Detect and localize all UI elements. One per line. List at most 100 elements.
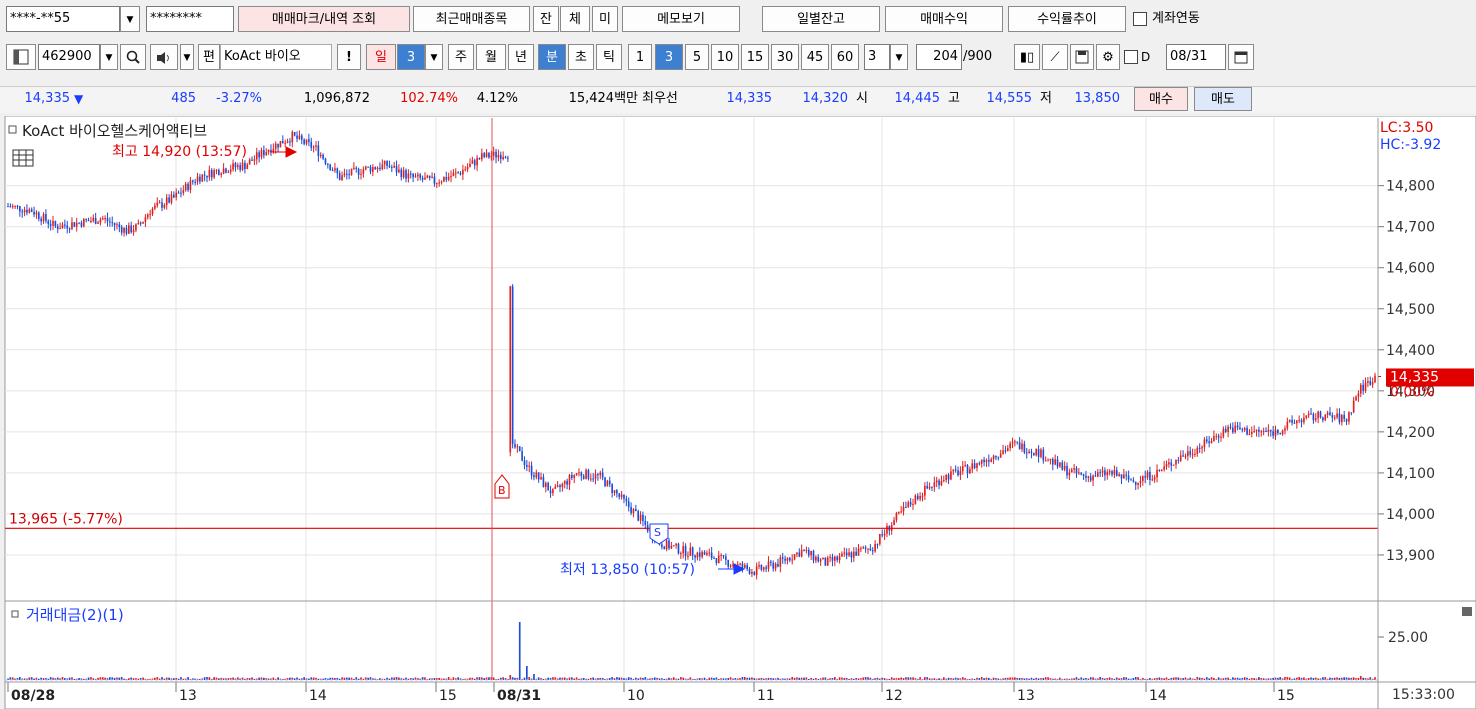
settings-button[interactable]: ⚙ (1096, 44, 1120, 70)
candle-body (857, 548, 860, 556)
candle-body (367, 166, 369, 168)
candle-body (902, 507, 905, 512)
buy-button[interactable]: 매수 (1134, 87, 1188, 111)
candle-body (1189, 451, 1192, 455)
candle-body (530, 465, 533, 476)
tab-che[interactable]: 체 (560, 6, 590, 32)
save-button[interactable] (1070, 44, 1094, 70)
interval-10-button[interactable]: 10 (711, 44, 739, 70)
candle-body (421, 177, 424, 180)
candle-body (1322, 417, 1324, 421)
period-second-button[interactable]: 초 (568, 44, 594, 70)
account-link-checkbox[interactable] (1133, 12, 1147, 26)
stock-code-field[interactable]: 462900 (38, 44, 100, 70)
volume-bar (1037, 678, 1040, 680)
volume-panel-close-icon[interactable] (1462, 607, 1472, 616)
candle-body (206, 175, 208, 178)
candle-body (599, 472, 602, 476)
interval-45-button[interactable]: 45 (801, 44, 829, 70)
candle-body (824, 557, 827, 566)
candle-body (1025, 452, 1028, 454)
recent-trades-button[interactable]: 최근매매종목 (413, 6, 530, 32)
period-tick-button[interactable]: 틱 (596, 44, 622, 70)
volume-bar (753, 678, 756, 680)
candle-body (511, 286, 514, 445)
candle-body (398, 169, 400, 173)
trade-mark-button[interactable]: 매매마크/내역 조회 (238, 6, 410, 32)
grid-table-icon[interactable] (12, 149, 34, 167)
x-tick-label: 13 (179, 688, 197, 704)
daily-balance-button[interactable]: 일별잔고 (762, 6, 880, 32)
candle-body (931, 486, 933, 488)
candle-type-button[interactable]: ▮▯ (1014, 44, 1040, 70)
memo-button[interactable]: 메모보기 (622, 6, 740, 32)
period-day-button[interactable]: 일 (366, 44, 396, 70)
date-field[interactable]: 08/31 (1166, 44, 1226, 70)
period-minute-button[interactable]: 분 (538, 44, 566, 70)
candle-body (393, 165, 395, 168)
interval-1-button[interactable]: 1 (628, 44, 652, 70)
candle-body (1369, 381, 1372, 385)
chevron-down-icon: ▼ (895, 53, 903, 63)
period-value-field[interactable]: 3 (397, 44, 425, 70)
count-field[interactable]: 204 (916, 44, 962, 70)
stock-name-field[interactable]: KoAct 바이오 (220, 44, 332, 70)
candle-body (739, 563, 741, 565)
candle-body (374, 167, 377, 170)
alert-button[interactable]: ! (337, 44, 361, 70)
price-chart[interactable]: 14,80014,70014,60014,50014,40014,30014,2… (0, 116, 1476, 709)
candle-body (940, 480, 943, 486)
candle-body (983, 459, 985, 463)
interval-5-button[interactable]: 5 (685, 44, 709, 70)
candle-body (104, 218, 106, 220)
candle-body (1132, 480, 1135, 482)
interval-3-button[interactable]: 3 (655, 44, 683, 70)
interval-60-button[interactable]: 60 (831, 44, 859, 70)
period-week-button[interactable]: 주 (448, 44, 474, 70)
volume-bar (893, 678, 895, 680)
account-dropdown-button[interactable]: ▼ (120, 6, 140, 32)
stock-search-button[interactable] (120, 44, 146, 70)
volume-bar (443, 678, 445, 680)
period-month-button[interactable]: 월 (476, 44, 506, 70)
period-year-button[interactable]: 년 (508, 44, 534, 70)
sell-button[interactable]: 매도 (1194, 87, 1252, 111)
window-layout-button[interactable] (6, 44, 36, 70)
candle-body (848, 552, 850, 556)
candle-body (928, 486, 931, 489)
edit-button[interactable]: 편 (198, 44, 220, 70)
date-checkbox[interactable] (1124, 50, 1138, 64)
candle-body (1246, 427, 1248, 435)
candle-body (973, 463, 976, 468)
period-dropdown[interactable]: ▼ (425, 44, 443, 70)
candle-body (1006, 448, 1009, 451)
candle-body (523, 460, 526, 465)
return-trend-button[interactable]: 수익률추이 (1008, 6, 1126, 32)
candle-body (189, 180, 192, 191)
account-number-field[interactable]: ****-**55 (6, 6, 120, 32)
stock-code-dropdown[interactable]: ▼ (100, 44, 118, 70)
custom-interval-field[interactable]: 3 (864, 44, 890, 70)
calendar-button[interactable] (1228, 44, 1254, 70)
interval-30-button[interactable]: 30 (771, 44, 799, 70)
candle-body (784, 558, 786, 561)
volume-bar (492, 677, 495, 680)
interval-15-button[interactable]: 15 (741, 44, 769, 70)
candle-body (42, 214, 45, 222)
candle-body (1094, 475, 1097, 477)
custom-interval-dropdown[interactable]: ▼ (890, 44, 908, 70)
tab-jan[interactable]: 잔 (533, 6, 559, 32)
indicator-button[interactable]: ⟋ (1042, 44, 1068, 70)
sound-button[interactable] (150, 44, 178, 70)
candle-body (236, 165, 239, 168)
candle-body (999, 453, 1002, 458)
candle-body (478, 157, 481, 160)
candle-body (957, 470, 959, 476)
password-field[interactable]: ******** (146, 6, 234, 32)
candle-body (961, 466, 964, 472)
candle-body (1023, 443, 1026, 453)
sound-dropdown[interactable]: ▼ (180, 44, 194, 70)
tab-mi[interactable]: 미 (592, 6, 618, 32)
trade-profit-button[interactable]: 매매수익 (885, 6, 1003, 32)
candle-body (755, 566, 758, 575)
